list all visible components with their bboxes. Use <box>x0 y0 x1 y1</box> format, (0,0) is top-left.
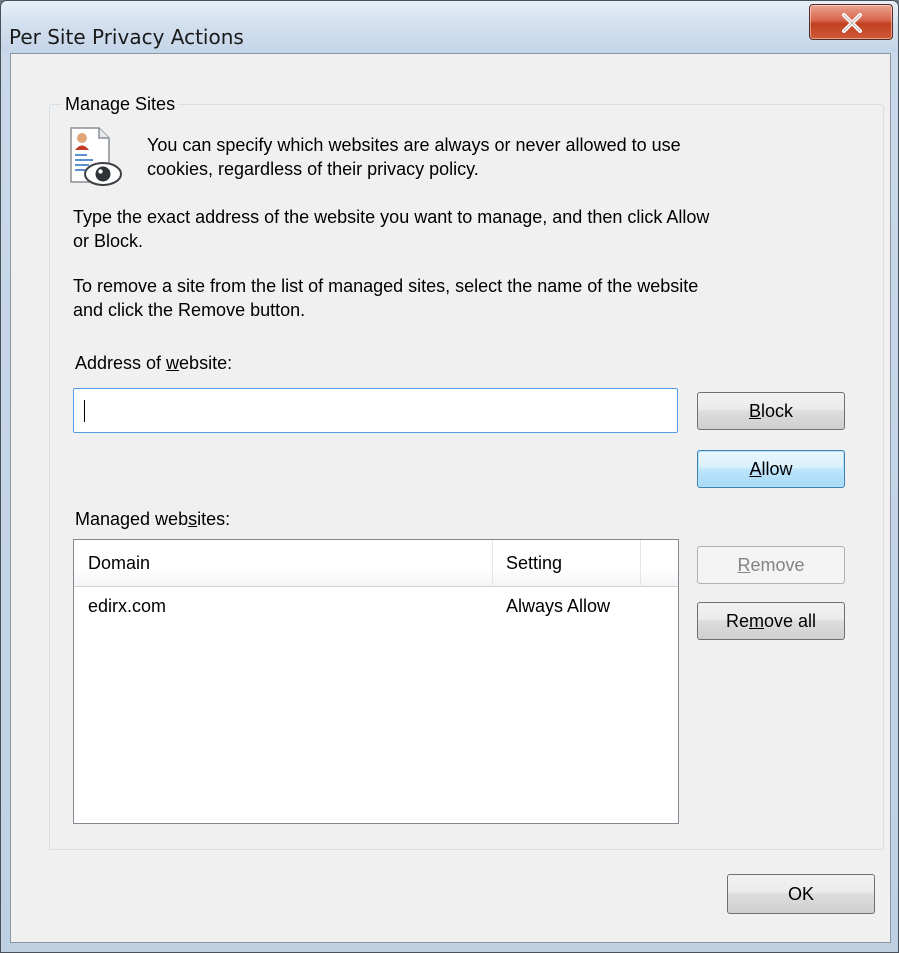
close-x-icon <box>842 13 862 33</box>
close-button[interactable] <box>809 4 893 40</box>
website-address-input[interactable] <box>73 388 678 433</box>
instruction-text-2a: To remove a site from the list of manage… <box>73 276 699 296</box>
intro-text-line1: You can specify which websites are alway… <box>147 135 681 155</box>
managed-websites-list[interactable]: Domain Setting edirx.com Always Allow <box>73 539 679 824</box>
list-header: Domain Setting <box>74 540 678 587</box>
column-header-domain[interactable]: Domain <box>74 540 492 587</box>
address-label: Address of website: <box>75 353 233 373</box>
block-button[interactable]: Block <box>697 392 845 430</box>
text-caret <box>84 400 85 423</box>
dialog-window: Per Site Privacy Actions Manage Sites Yo… <box>0 0 899 953</box>
table-row[interactable]: edirx.com Always Allow <box>74 587 678 621</box>
row-setting: Always Allow <box>506 596 611 616</box>
instruction-text-2b: and click the Remove button. <box>73 300 306 320</box>
title-bar: Per Site Privacy Actions <box>1 1 898 53</box>
ok-button[interactable]: OK <box>727 874 875 914</box>
privacy-cookie-icon <box>65 124 125 192</box>
instruction-text-1a: Type the exact address of the website yo… <box>73 207 710 227</box>
remove-button[interactable]: Remove <box>697 546 845 584</box>
group-legend: Manage Sites <box>62 94 179 115</box>
dialog-client-area: Manage Sites You can specify which websi… <box>10 53 891 943</box>
row-domain: edirx.com <box>88 596 167 616</box>
window-title: Per Site Privacy Actions <box>9 25 244 49</box>
intro-text-line2: cookies, regardless of their privacy pol… <box>147 159 479 179</box>
column-divider[interactable] <box>640 540 641 587</box>
instruction-text-1b: or Block. <box>73 231 144 251</box>
managed-websites-label: Managed websites: <box>75 509 231 529</box>
remove-all-button[interactable]: Remove all <box>697 602 845 640</box>
allow-button[interactable]: Allow <box>697 450 845 488</box>
column-header-setting[interactable]: Setting <box>492 540 640 587</box>
